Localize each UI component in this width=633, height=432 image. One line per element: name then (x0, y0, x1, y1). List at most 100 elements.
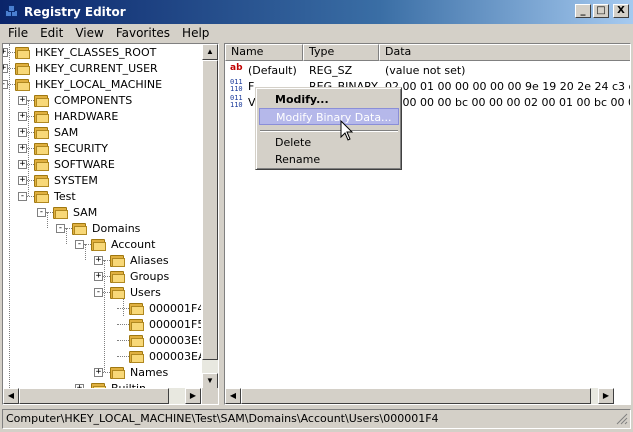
scroll-left-arrow-icon[interactable]: ◀ (3, 388, 19, 404)
menu-bar: File Edit View Favorites Help (0, 24, 633, 42)
expand-icon[interactable]: + (18, 128, 27, 137)
scroll-right-arrow-icon[interactable]: ▶ (185, 388, 201, 404)
maximize-button[interactable]: □ (593, 4, 609, 18)
resize-grip-icon[interactable] (616, 413, 628, 425)
expand-icon[interactable]: + (3, 48, 8, 57)
tree-item[interactable]: Names (110, 364, 169, 380)
folder-icon (110, 286, 126, 299)
tree-item-label: HKEY_CLASSES_ROOT (35, 45, 157, 59)
tree-item-label: SAM (54, 125, 79, 139)
tree-item-label: SECURITY (54, 141, 108, 155)
folder-icon (129, 318, 145, 331)
column-headers: Name Type Data (225, 44, 630, 61)
tree-item[interactable]: Account (91, 236, 156, 252)
folder-icon (34, 142, 50, 155)
tree-item[interactable]: Test (34, 188, 77, 204)
value-data: (value not set) (385, 64, 466, 77)
tree-item[interactable]: Groups (110, 268, 170, 284)
tree-item[interactable]: HKEY_LOCAL_MACHINE (15, 76, 163, 92)
registry-tree: + HKEY_CLASSES_ROOT + HKEY_CURRENT_USER - HKE… (3, 44, 201, 389)
tree-horizontal-scrollbar[interactable]: ◀ ▶ (3, 388, 201, 404)
tree-item[interactable]: SAM (34, 124, 79, 140)
expand-icon[interactable]: + (18, 176, 27, 185)
column-type[interactable]: Type (303, 44, 379, 61)
tree-item[interactable]: HARDWARE (34, 108, 119, 124)
folder-icon (34, 110, 50, 123)
expand-icon[interactable]: + (18, 144, 27, 153)
column-name[interactable]: Name (225, 44, 303, 61)
tree-item[interactable]: SECURITY (34, 140, 109, 156)
folder-icon (129, 334, 145, 347)
menu-favorites[interactable]: Favorites (110, 26, 176, 40)
tree-item[interactable]: HKEY_CURRENT_USER (15, 60, 159, 76)
tree-item[interactable]: Aliases (110, 252, 170, 268)
tree-item[interactable]: 000003E9 (129, 332, 201, 348)
collapse-icon[interactable]: - (75, 240, 84, 249)
delete-menu-item[interactable]: Delete (259, 134, 399, 151)
close-button[interactable]: X (613, 4, 629, 18)
title-bar[interactable]: Registry Editor _ □ X (0, 0, 633, 24)
value-row[interactable]: ab (Default) REG_SZ (value not set) (225, 63, 630, 79)
string-value-icon: ab (230, 63, 243, 73)
modify-binary-data-menu-item[interactable]: Modify Binary Data... (259, 108, 399, 125)
tree-item-label: HKEY_CURRENT_USER (35, 61, 158, 75)
tree-item[interactable]: Users (110, 284, 162, 300)
tree-item[interactable]: HKEY_CLASSES_ROOT (15, 44, 157, 60)
expand-icon[interactable]: + (3, 64, 8, 73)
modify-menu-item[interactable]: Modify... (259, 91, 399, 108)
tree-item[interactable]: COMPONENTS (34, 92, 133, 108)
menu-edit[interactable]: Edit (34, 26, 69, 40)
tree-item-label: Names (130, 365, 169, 379)
tree-vertical-scrollbar[interactable]: ▲ ▼ (202, 44, 218, 389)
minimize-button[interactable]: _ (575, 4, 591, 18)
value-type: REG_SZ (309, 64, 353, 77)
collapse-icon[interactable]: - (18, 192, 27, 201)
tree-item-label: Aliases (130, 253, 169, 267)
collapse-icon[interactable]: - (94, 288, 103, 297)
folder-icon (34, 158, 50, 171)
value-data: 02 00 01 00 00 00 00 00 9e 19 20 2e 24 c… (385, 80, 630, 93)
rename-menu-item[interactable]: Rename (259, 151, 399, 168)
scroll-thumb-horizontal[interactable] (241, 388, 591, 404)
expand-icon[interactable]: + (18, 160, 27, 169)
tree-item[interactable]: 000003EA (129, 348, 201, 364)
tree-item[interactable]: SYSTEM (34, 172, 99, 188)
tree-item[interactable]: 000001F5 (129, 316, 201, 332)
expand-icon[interactable]: + (94, 256, 103, 265)
expand-icon[interactable]: + (94, 272, 103, 281)
tree-item-label: 000001F4 (149, 301, 201, 315)
tree-item-label: COMPONENTS (54, 93, 133, 107)
folder-icon (110, 366, 126, 379)
column-data[interactable]: Data (379, 44, 630, 61)
scroll-thumb[interactable] (202, 60, 218, 360)
scroll-right-arrow-icon[interactable]: ▶ (598, 388, 614, 404)
scroll-up-arrow-icon[interactable]: ▲ (202, 44, 218, 60)
mouse-cursor-icon (340, 120, 354, 141)
expand-icon[interactable]: + (18, 96, 27, 105)
folder-icon (91, 238, 107, 251)
expand-icon[interactable]: + (94, 368, 103, 377)
folder-icon (110, 254, 126, 267)
scroll-down-arrow-icon[interactable]: ▼ (202, 373, 218, 389)
collapse-icon[interactable]: - (37, 208, 46, 217)
tree-item[interactable]: SAM (53, 204, 98, 220)
tree-item[interactable]: SOFTWARE (34, 156, 116, 172)
values-horizontal-scrollbar[interactable]: ◀ ▶ (225, 388, 614, 404)
menu-view[interactable]: View (69, 26, 109, 40)
tree-item[interactable]: Domains (72, 220, 141, 236)
folder-icon (34, 126, 50, 139)
scroll-left-arrow-icon[interactable]: ◀ (225, 388, 241, 404)
tree-guide-line (66, 228, 67, 244)
menu-file[interactable]: File (2, 26, 34, 40)
collapse-icon[interactable]: - (56, 224, 65, 233)
menu-help[interactable]: Help (176, 26, 215, 40)
collapse-icon[interactable]: - (3, 80, 8, 89)
window-title: Registry Editor (24, 5, 126, 19)
scroll-thumb-horizontal[interactable] (19, 388, 169, 404)
menu-separator (260, 130, 398, 132)
tree-item-label: HKEY_LOCAL_MACHINE (35, 77, 163, 91)
expand-icon[interactable]: + (18, 112, 27, 121)
value-name: (Default) (248, 64, 297, 77)
tree-pane[interactable]: + HKEY_CLASSES_ROOT + HKEY_CURRENT_USER - HKE… (2, 43, 219, 405)
tree-item[interactable]: 000001F4 (129, 300, 201, 316)
